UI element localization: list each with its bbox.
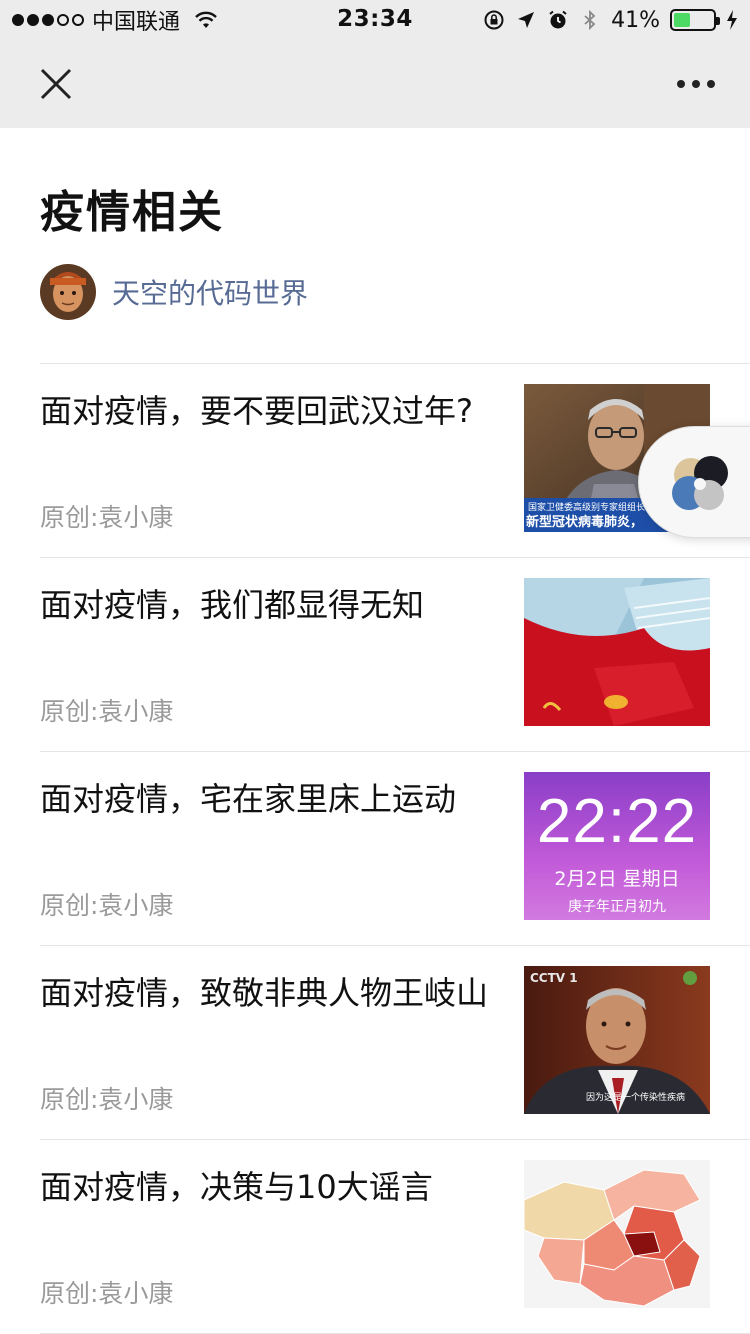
floating-window-button[interactable] [638, 426, 750, 538]
article-item[interactable]: 面对疫情，宅在家里床上运动 原创:袁小康 22:22 2月2日 星期日 庚子年正… [40, 751, 750, 945]
article-title[interactable]: 面对疫情，我们都显得无知 [40, 582, 488, 628]
thumb-caption: 因为这是一个传染性疾病 [586, 1091, 685, 1103]
article-source: 原创:袁小康 [40, 697, 174, 726]
thumb-caption: 新型冠状病毒肺炎， [526, 514, 643, 530]
status-right: 41% [483, 6, 738, 34]
avatar[interactable] [40, 264, 96, 320]
location-icon [518, 12, 535, 28]
nav-bar [0, 40, 750, 128]
thumb-caption: 国家卫健委高级别专家组组长 [528, 501, 645, 513]
article-item[interactable]: 面对疫情，致敬非典人物王岐山 原创:袁小康 CCTV 1 因为这是一个传染性疾病 [40, 945, 750, 1139]
article-thumbnail[interactable]: 22:22 2月2日 星期日 庚子年正月初九 [524, 772, 710, 920]
more-icon-dot [692, 80, 700, 88]
more-icon-dot [707, 80, 715, 88]
article-source: 原创:袁小康 [40, 891, 174, 920]
author-name[interactable]: 天空的代码世界 [112, 272, 308, 312]
bluetooth-icon [584, 9, 596, 31]
status-bar: 中国联通 23:34 41% [0, 0, 750, 40]
alarm-icon [549, 10, 567, 29]
album-title: 疫情相关 [40, 187, 224, 238]
article-list: 面对疫情，要不要回武汉过年? 原创:袁小康 国家卫健委高级别专家组组长 新型冠状… [40, 363, 750, 1334]
thumb-clock-date: 2月2日 星期日 [554, 868, 680, 890]
article-source: 原创:袁小康 [40, 1085, 174, 1114]
thumb-logo: CCTV 1 [530, 971, 578, 985]
rotation-lock-icon [484, 10, 504, 30]
article-source: 原创:袁小康 [40, 1279, 174, 1308]
more-options-button[interactable] [666, 58, 726, 110]
article-item[interactable]: 面对疫情，我们都显得无知 原创:袁小康 [40, 557, 750, 751]
close-button[interactable] [30, 58, 82, 110]
article-thumbnail[interactable] [524, 578, 710, 726]
thumb-clock-lunar: 庚子年正月初九 [568, 899, 666, 915]
article-title[interactable]: 面对疫情，决策与10大谣言 [40, 1164, 488, 1210]
thumb-clock-time: 22:22 [536, 787, 698, 856]
floating-window-icon [672, 456, 728, 510]
charging-icon [727, 10, 737, 30]
article-thumbnail[interactable]: CCTV 1 因为这是一个传染性疾病 [524, 966, 710, 1114]
close-icon [40, 68, 72, 100]
author-row[interactable]: 天空的代码世界 [40, 264, 308, 320]
more-icon-dot [677, 80, 685, 88]
article-item[interactable]: 面对疫情，决策与10大谣言 原创:袁小康 [40, 1139, 750, 1333]
article-thumbnail[interactable] [524, 1160, 710, 1308]
battery-icon [670, 9, 720, 31]
battery-percent: 41% [611, 7, 660, 33]
article-title[interactable]: 面对疫情，宅在家里床上运动 [40, 776, 488, 822]
article-source: 原创:袁小康 [40, 503, 174, 532]
article-title[interactable]: 面对疫情，致敬非典人物王岐山 [40, 970, 488, 1016]
article-title[interactable]: 面对疫情，要不要回武汉过年? [40, 388, 488, 434]
